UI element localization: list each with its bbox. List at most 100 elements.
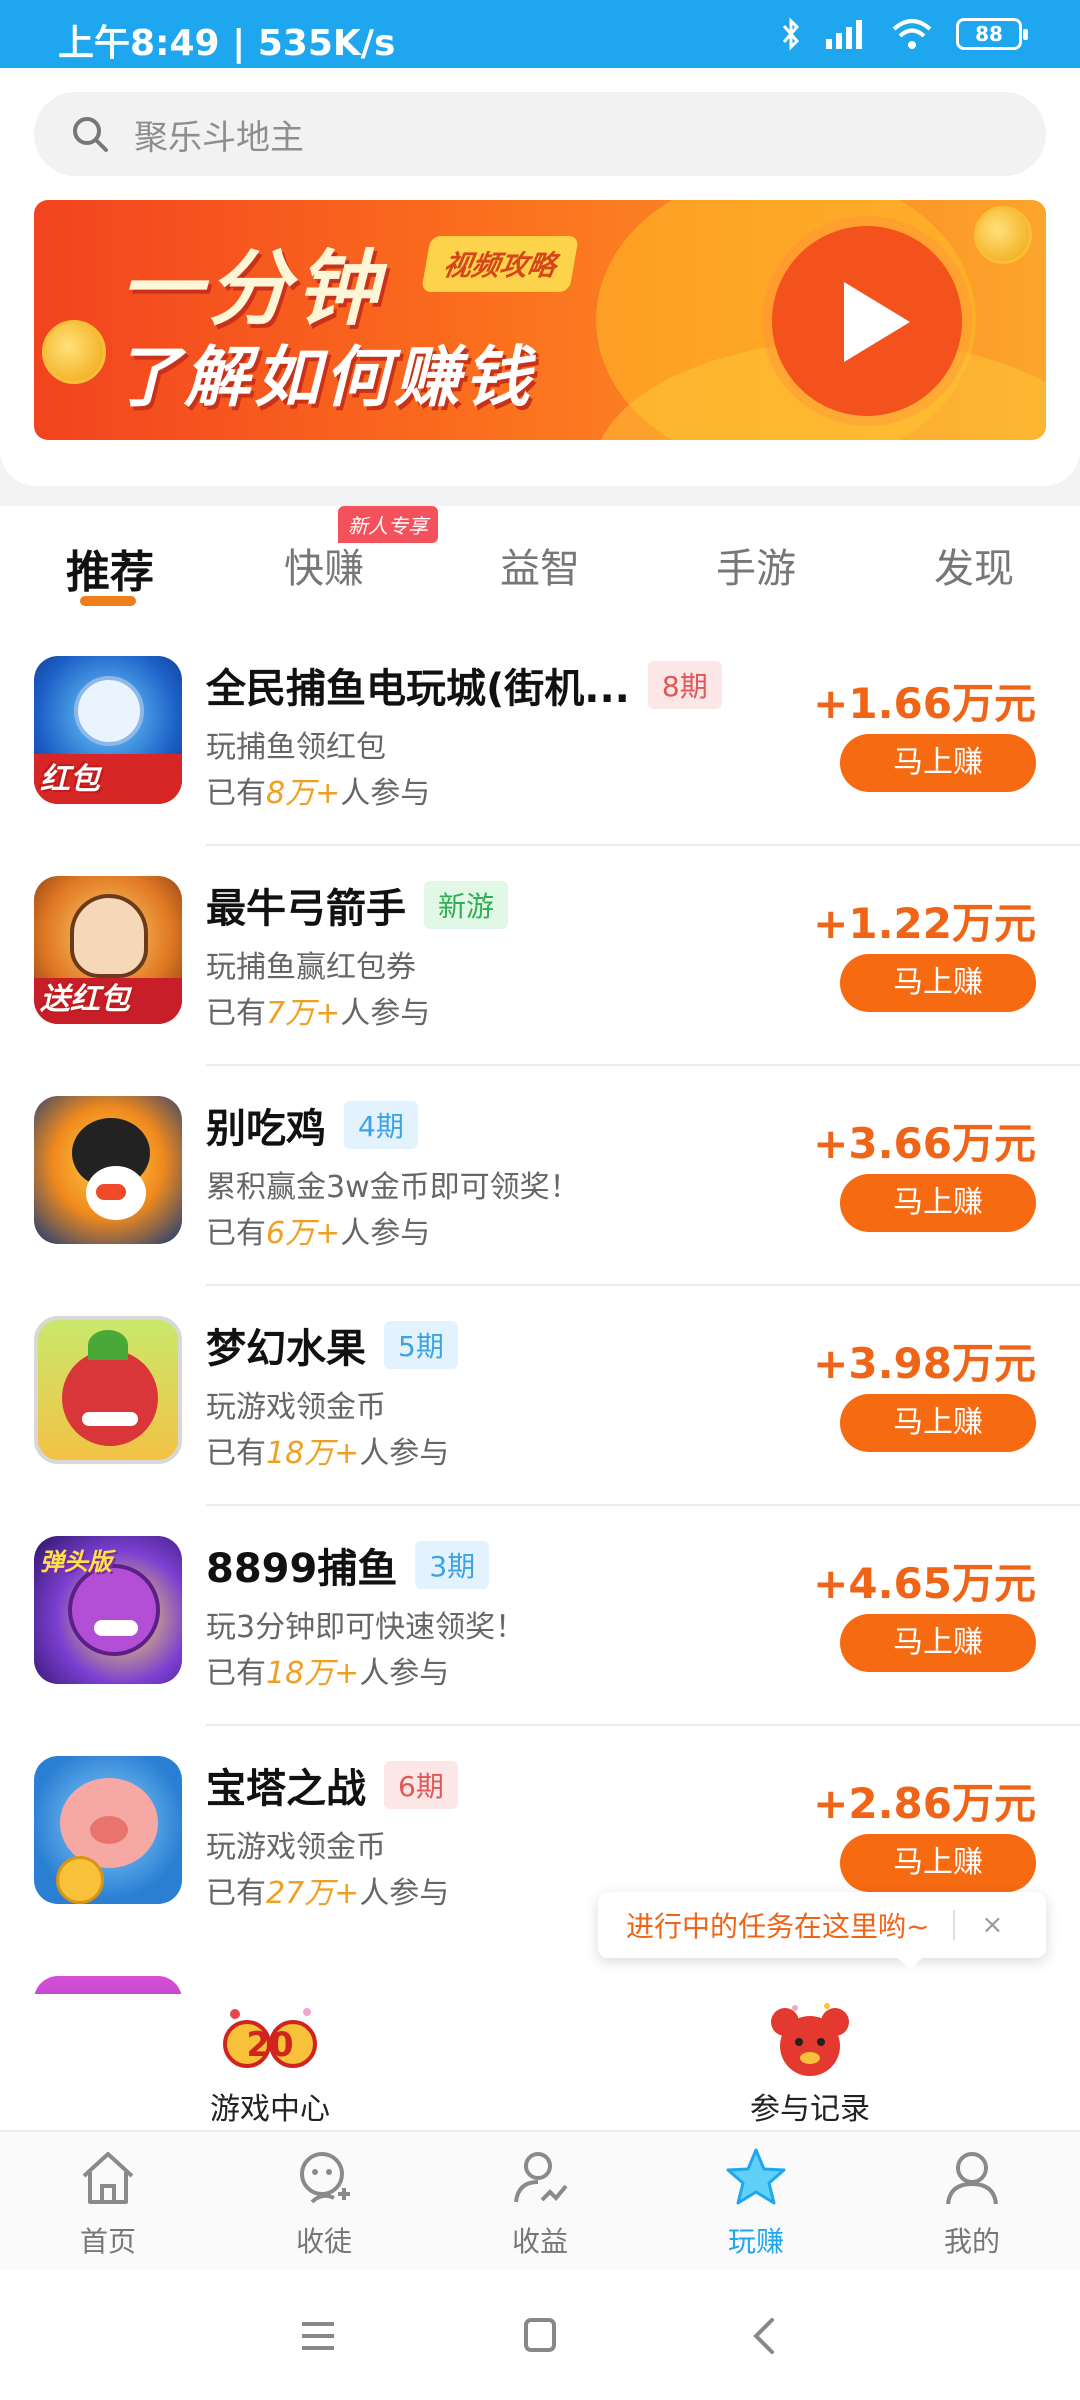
nav-play-earn[interactable]: 玩赚 bbox=[686, 2146, 826, 2260]
system-navigation bbox=[0, 2270, 1080, 2400]
participation-record-label: 参与记录 bbox=[750, 2092, 870, 2127]
earn-now-button[interactable]: 马上赚 bbox=[840, 1614, 1036, 1672]
bottom-navigation: 首页 收徒 收益 玩赚 我的 bbox=[0, 2130, 1080, 2270]
participants-text: 已有8万+人参与 bbox=[206, 776, 431, 811]
ongoing-tasks-tooltip: 进行中的任务在这里哟~ × bbox=[598, 1892, 1046, 1970]
participants-text: 已有6万+人参与 bbox=[206, 1216, 431, 1251]
video-guide-banner[interactable]: 一分钟 视频攻略 了解如何赚钱 bbox=[34, 200, 1046, 440]
nav-play-earn-label: 玩赚 bbox=[727, 2225, 784, 2258]
nav-home-label: 首页 bbox=[79, 2225, 136, 2258]
nav-recruit[interactable]: 收徒 bbox=[254, 2146, 394, 2260]
play-icon[interactable] bbox=[772, 226, 962, 416]
game-description: 玩捕鱼领红包 bbox=[206, 730, 386, 765]
tab-quick-earn[interactable]: 快赚 bbox=[284, 536, 364, 594]
earn-now-button[interactable]: 马上赚 bbox=[840, 1394, 1036, 1452]
game-title-row: 8899捕鱼 3期 bbox=[206, 1536, 490, 1594]
game-name: 梦幻水果 bbox=[206, 1326, 366, 1372]
thumbnail-label: 送红包 bbox=[40, 982, 130, 1017]
star-icon bbox=[726, 2148, 786, 2205]
svg-text:20: 20 bbox=[246, 2025, 293, 2065]
game-description: 累积赢金3w金币即可领奖！ bbox=[206, 1170, 580, 1205]
coin-icon bbox=[974, 206, 1032, 264]
nav-profile[interactable]: 我的 bbox=[902, 2146, 1042, 2260]
game-description: 玩3分钟即可快速领奖！ bbox=[206, 1610, 526, 1645]
game-thumbnail bbox=[34, 1976, 182, 1994]
game-center-2020-icon: 20 bbox=[215, 2000, 325, 2080]
profile-icon bbox=[946, 2152, 998, 2205]
quick-entries: 20 游戏中心 参与记录 bbox=[0, 1994, 1080, 2130]
list-item[interactable]: 送红包 最牛弓箭手 新游 玩捕鱼赢红包券 已有7万+人参与 +1.22万元 马上… bbox=[0, 846, 1080, 1066]
coin-icon bbox=[42, 320, 106, 384]
wifi-icon bbox=[892, 19, 932, 49]
game-list: 红包 全民捕鱼电玩城(街机... 8期 玩捕鱼领红包 已有8万+人参与 +1.6… bbox=[0, 626, 1080, 1994]
game-thumbnail bbox=[34, 1316, 182, 1464]
menu-icon[interactable] bbox=[288, 2312, 348, 2360]
status-icons: 88 bbox=[780, 12, 1028, 56]
home-square-icon[interactable] bbox=[510, 2312, 570, 2360]
tab-puzzle[interactable]: 益智 bbox=[500, 536, 580, 594]
new-game-tag: 新游 bbox=[424, 881, 509, 929]
back-icon[interactable] bbox=[736, 2312, 796, 2360]
bluetooth-icon bbox=[782, 17, 800, 51]
game-center-entry[interactable]: 20 游戏中心 bbox=[170, 2000, 370, 2128]
game-title-row: 最牛弓箭手 新游 bbox=[206, 876, 509, 934]
earn-now-button[interactable]: 马上赚 bbox=[840, 1174, 1036, 1232]
period-tag: 6期 bbox=[384, 1761, 458, 1809]
nav-home[interactable]: 首页 bbox=[38, 2146, 178, 2260]
reward-amount: +1.66万元 bbox=[813, 679, 1036, 728]
participant-count: 7万+ bbox=[266, 996, 341, 1031]
status-time-speed: 上午8:49 | 535K/s bbox=[58, 23, 396, 64]
list-item[interactable]: 梦幻水果 5期 玩游戏领金币 已有18万+人参与 +3.98万元 马上赚 bbox=[0, 1286, 1080, 1506]
tab-recommend[interactable]: 推荐 bbox=[66, 536, 154, 600]
game-name: 别吃鸡 bbox=[206, 1106, 326, 1152]
tab-discover[interactable]: 发现 bbox=[934, 536, 1014, 594]
earn-now-button[interactable]: 马上赚 bbox=[840, 734, 1036, 792]
game-name: 宝塔之战 bbox=[206, 1766, 366, 1812]
game-thumbnail: 送红包 bbox=[34, 876, 182, 1024]
earn-now-button[interactable]: 马上赚 bbox=[840, 1834, 1036, 1892]
list-item[interactable]: 别吃鸡 4期 累积赢金3w金币即可领奖！ 已有6万+人参与 +3.66万元 马上… bbox=[0, 1066, 1080, 1286]
nav-profile-label: 我的 bbox=[943, 2225, 1000, 2258]
recruit-icon bbox=[300, 2152, 350, 2204]
search-placeholder: 聚乐斗地主 bbox=[134, 117, 304, 158]
participants-text: 已有18万+人参与 bbox=[206, 1656, 450, 1691]
game-name: 全民捕鱼电玩城(街机... bbox=[206, 666, 630, 712]
game-thumbnail: 弹头版 bbox=[34, 1536, 182, 1684]
participant-count: 6万+ bbox=[266, 1216, 341, 1251]
banner-badge: 视频攻略 bbox=[421, 236, 579, 292]
list-item[interactable]: 弹头版 8899捕鱼 3期 玩3分钟即可快速领奖！ 已有18万+人参与 +4.6… bbox=[0, 1506, 1080, 1726]
battery-icon: 88 bbox=[956, 18, 1028, 50]
game-title-row: 别吃鸡 4期 bbox=[206, 1096, 418, 1154]
reward-amount: +3.66万元 bbox=[813, 1119, 1036, 1168]
tab-mobile-games[interactable]: 手游 bbox=[716, 536, 796, 594]
list-item[interactable]: 红包 全民捕鱼电玩城(街机... 8期 玩捕鱼领红包 已有8万+人参与 +1.6… bbox=[0, 626, 1080, 846]
status-bar: 上午8:49 | 535K/s 88 bbox=[0, 0, 1080, 68]
tab-underline bbox=[80, 596, 136, 606]
reward-amount: +4.65万元 bbox=[813, 1559, 1036, 1608]
participants-text: 已有7万+人参与 bbox=[206, 996, 431, 1031]
nav-earnings[interactable]: 收益 bbox=[470, 2146, 610, 2260]
earn-now-button[interactable]: 马上赚 bbox=[840, 954, 1036, 1012]
category-tabs: 新人专享 推荐 快赚 益智 手游 发现 bbox=[0, 506, 1080, 626]
period-tag: 4期 bbox=[344, 1101, 418, 1149]
signal-icon bbox=[826, 20, 862, 49]
reward-amount: +1.22万元 bbox=[813, 899, 1036, 948]
participants-text: 已有18万+人参与 bbox=[206, 1436, 450, 1471]
game-description: 玩捕鱼赢红包券 bbox=[206, 950, 416, 985]
close-icon[interactable]: × bbox=[981, 1910, 1003, 1940]
participants-text: 已有27万+人参与 bbox=[206, 1876, 450, 1911]
participation-record-entry[interactable]: 参与记录 bbox=[710, 2000, 910, 2128]
period-tag: 5期 bbox=[384, 1321, 458, 1369]
period-tag: 3期 bbox=[415, 1541, 490, 1589]
search-bar[interactable]: 聚乐斗地主 bbox=[34, 92, 1046, 176]
game-title-row: 全民捕鱼电玩城(街机... 8期 bbox=[206, 656, 722, 714]
reward-amount: +2.86万元 bbox=[813, 1779, 1036, 1828]
game-thumbnail bbox=[34, 1096, 182, 1244]
participant-count: 8万+ bbox=[266, 776, 341, 811]
participation-record-icon bbox=[755, 2000, 865, 2080]
tooltip-text: 进行中的任务在这里哟~ bbox=[626, 1910, 930, 1943]
period-tag: 8期 bbox=[647, 661, 722, 709]
thumbnail-label: 弹头版 bbox=[40, 1548, 112, 1576]
thumbnail-label: 红包 bbox=[40, 762, 100, 797]
game-thumbnail: 红包 bbox=[34, 656, 182, 804]
